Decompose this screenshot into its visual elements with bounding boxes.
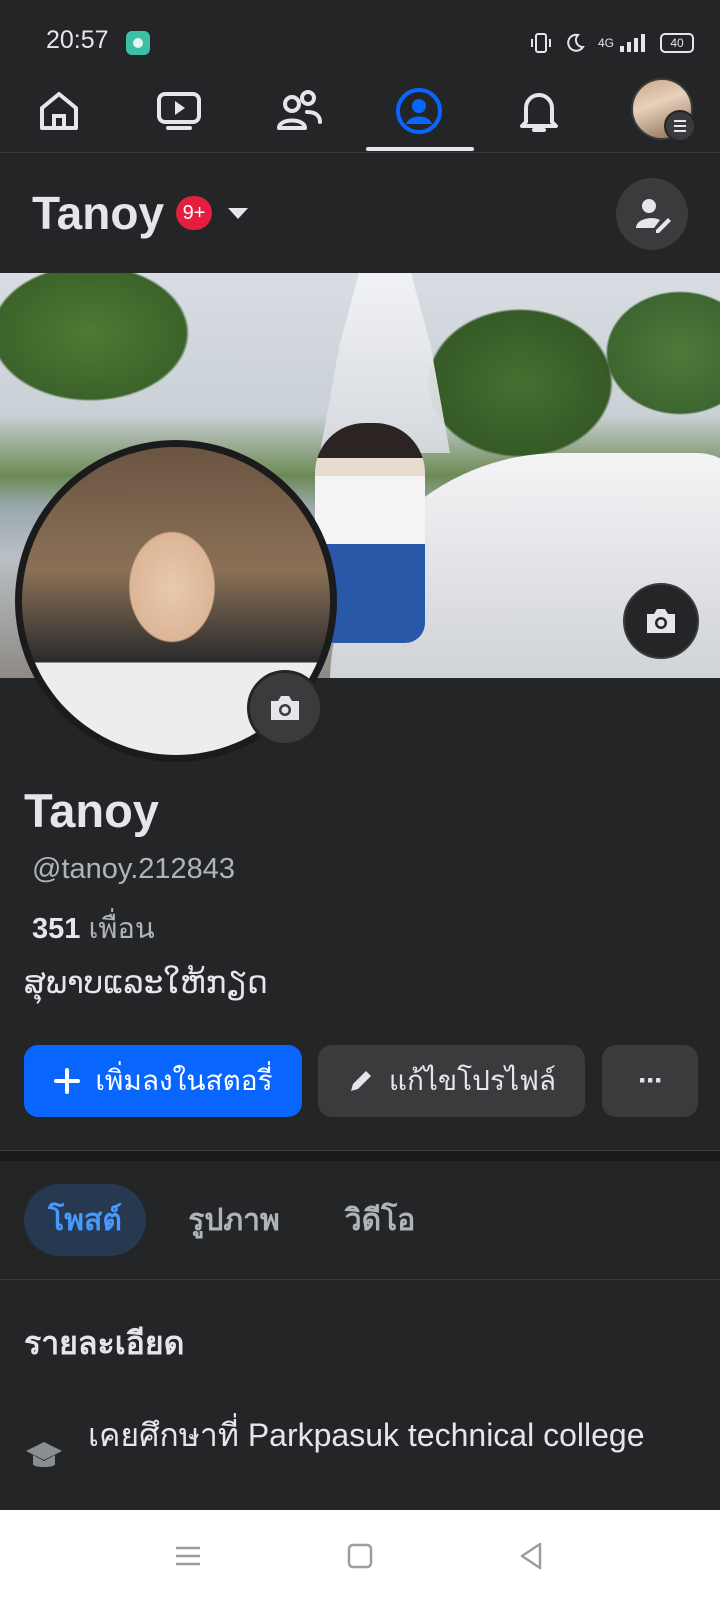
profile-name: Tanoy xyxy=(24,784,159,837)
friends-count: 351 xyxy=(32,913,81,945)
nav-friends[interactable] xyxy=(244,72,354,150)
add-story-button[interactable]: เพิ่มลงในสตอรี่ xyxy=(24,1045,302,1117)
camera-icon xyxy=(647,609,675,633)
notification-app-icon xyxy=(126,31,150,55)
nav-video[interactable] xyxy=(124,72,234,150)
back-icon[interactable] xyxy=(514,1538,550,1574)
home-icon xyxy=(40,92,78,130)
edit-profile-label: แก้ไขโปรไฟล์ xyxy=(388,1065,557,1096)
tab-photos[interactable]: รูปภาพ xyxy=(170,1184,298,1256)
pencil-icon xyxy=(350,1071,371,1091)
nav-notifications[interactable] xyxy=(484,72,594,150)
home-button-icon[interactable] xyxy=(342,1538,378,1574)
profile-username: @tanoy.212843 xyxy=(32,853,236,885)
user-edit-icon xyxy=(636,199,671,233)
profile-switcher[interactable]: Tanoy 9+ xyxy=(32,183,249,243)
graduation-cap-icon xyxy=(26,1442,62,1467)
edit-user-button[interactable] xyxy=(616,178,688,250)
recents-icon[interactable] xyxy=(170,1538,206,1574)
menu-icon[interactable] xyxy=(664,110,696,142)
tab-videos[interactable]: วิดีโอ xyxy=(330,1184,430,1256)
vibrate-icon xyxy=(531,33,551,53)
nav-profile[interactable] xyxy=(364,72,474,150)
add-story-label: เพิ่มลงในสตอรี่ xyxy=(95,1065,273,1096)
status-time: 20:57 xyxy=(46,26,109,54)
profile-header-name: Tanoy xyxy=(32,187,165,239)
edit-cover-button[interactable] xyxy=(623,583,699,659)
signal-icon xyxy=(620,34,646,52)
tab-posts[interactable]: โพสต์ xyxy=(24,1184,146,1256)
friends-icon xyxy=(277,90,322,130)
section-divider xyxy=(0,1150,720,1161)
network-type: 4G xyxy=(598,36,615,50)
chevron-down-icon xyxy=(228,207,249,219)
video-icon xyxy=(157,92,201,130)
more-options-button[interactable]: ··· xyxy=(602,1045,698,1117)
status-icons: 4G 40 xyxy=(530,28,695,58)
education-detail: เคยศึกษาที่ Parkpasuk technical college xyxy=(88,1417,645,1453)
plus-icon xyxy=(54,1068,81,1094)
camera-icon xyxy=(271,696,299,720)
profile-bio: ສຸພາບແລະໃຫ້ກຽດ xyxy=(24,965,268,1000)
edit-profile-button[interactable]: แก้ไขโปรไฟล์ xyxy=(318,1045,585,1117)
moon-icon xyxy=(567,33,585,52)
tabs-divider xyxy=(0,1279,720,1280)
status-bar: 20:57 4G 40 xyxy=(0,0,720,80)
bell-icon xyxy=(520,93,558,132)
battery-icon: 40 xyxy=(660,33,695,53)
details-heading: รายละเอียด xyxy=(24,1325,185,1361)
nav-home[interactable] xyxy=(4,72,114,150)
profile-icon xyxy=(396,88,442,134)
friends-summary[interactable]: 351 เพื่อน xyxy=(32,905,155,951)
notification-badge: 9+ xyxy=(176,196,213,230)
top-navigation xyxy=(0,72,720,153)
friends-label: เพื่อน xyxy=(88,913,155,945)
edit-profile-photo-button[interactable] xyxy=(247,670,323,746)
active-tab-indicator xyxy=(366,147,474,151)
more-icon: ··· xyxy=(638,1064,664,1097)
